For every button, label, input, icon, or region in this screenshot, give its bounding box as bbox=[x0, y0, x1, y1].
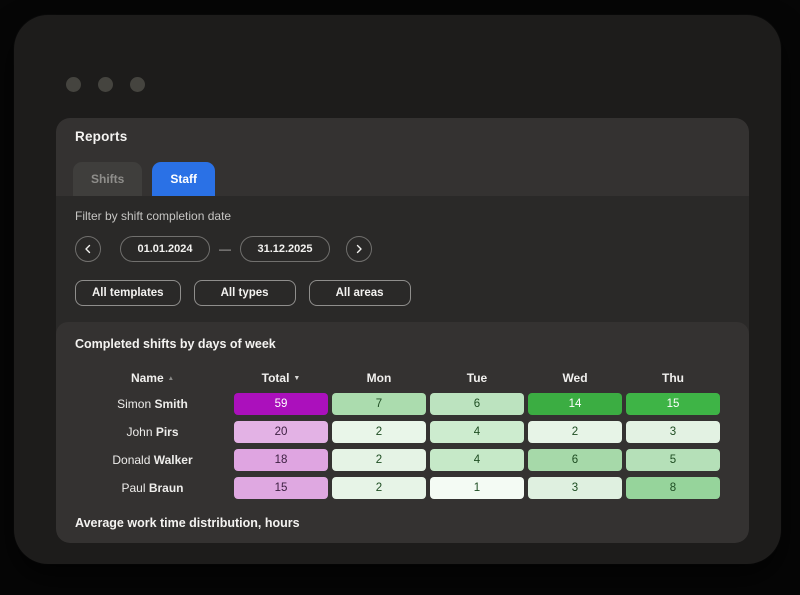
window-control-dot[interactable] bbox=[66, 77, 81, 92]
reports-header: Reports Shifts Staff bbox=[56, 118, 749, 196]
staff-name: Paul Braun bbox=[121, 481, 184, 495]
window-control-dot[interactable] bbox=[98, 77, 113, 92]
day-cell: 3 bbox=[626, 421, 720, 443]
column-label: Total bbox=[261, 371, 290, 385]
column-label: Mon bbox=[366, 371, 392, 385]
sort-asc-icon: ▲ bbox=[167, 374, 175, 382]
column-header-mon: Mon bbox=[332, 370, 426, 386]
day-cell: 6 bbox=[528, 449, 622, 471]
table-row: Paul Braun 15 2 1 3 8 bbox=[75, 477, 720, 499]
prev-period-button[interactable] bbox=[75, 236, 101, 262]
table-row: John Pirs 20 2 4 2 3 bbox=[75, 421, 720, 443]
date-range-separator: — bbox=[219, 242, 231, 256]
staff-name: Simon Smith bbox=[117, 397, 188, 411]
chevron-right-icon bbox=[356, 244, 362, 254]
staff-name: John Pirs bbox=[126, 425, 179, 439]
day-cell: 2 bbox=[332, 477, 426, 499]
day-cell: 1 bbox=[430, 477, 524, 499]
day-cell: 3 bbox=[528, 477, 622, 499]
sort-desc-icon: ▼ bbox=[293, 374, 301, 382]
all-types-button[interactable]: All types bbox=[193, 280, 296, 306]
day-cell: 5 bbox=[626, 449, 720, 471]
table-header-row: Name ▲ Total ▼ Mon Tue Wed Thu bbox=[75, 370, 720, 386]
column-header-thu: Thu bbox=[626, 370, 720, 386]
tab-staff[interactable]: Staff bbox=[152, 162, 216, 196]
date-from-input[interactable]: 01.01.2024 bbox=[120, 236, 210, 262]
app-window: Reports Shifts Staff Filter by shift com… bbox=[14, 15, 781, 564]
column-header-name[interactable]: Name ▲ bbox=[75, 370, 230, 386]
day-cell: 2 bbox=[332, 421, 426, 443]
chevron-left-icon bbox=[85, 244, 91, 254]
column-header-tue: Tue bbox=[430, 370, 524, 386]
day-cell: 4 bbox=[430, 449, 524, 471]
column-header-total[interactable]: Total ▼ bbox=[234, 370, 328, 386]
column-label: Name bbox=[130, 371, 164, 385]
day-cell: 7 bbox=[332, 393, 426, 415]
total-cell: 15 bbox=[234, 477, 328, 499]
day-cell: 4 bbox=[430, 421, 524, 443]
total-cell: 18 bbox=[234, 449, 328, 471]
filter-label: Filter by shift completion date bbox=[75, 209, 232, 223]
column-label: Wed bbox=[562, 371, 588, 385]
tab-shifts[interactable]: Shifts bbox=[73, 162, 143, 196]
window-control-dot[interactable] bbox=[130, 77, 145, 92]
section-footer: Average work time distribution, hours bbox=[75, 516, 300, 530]
column-label: Tue bbox=[466, 371, 488, 385]
all-areas-button[interactable]: All areas bbox=[308, 280, 411, 306]
table-row: Donald Walker 18 2 4 6 5 bbox=[75, 449, 720, 471]
day-cell: 2 bbox=[332, 449, 426, 471]
table-body: Simon Smith 59 7 6 14 15 John Pirs 20 2 4 2 3 Donald… bbox=[75, 393, 720, 499]
reports-panel: Reports Shifts Staff Filter by shift com… bbox=[56, 118, 749, 543]
total-cell: 20 bbox=[234, 421, 328, 443]
filter-buttons: All templates All types All areas bbox=[75, 280, 749, 306]
day-cell: 2 bbox=[528, 421, 622, 443]
total-cell: 59 bbox=[234, 393, 328, 415]
date-range-picker: 01.01.2024 — 31.12.2025 bbox=[75, 236, 749, 262]
day-cell: 15 bbox=[626, 393, 720, 415]
filter-section: Filter by shift completion date 01.01.20… bbox=[56, 196, 749, 322]
completed-shifts-section: Completed shifts by days of week Name ▲ To… bbox=[56, 322, 749, 543]
table-row: Simon Smith 59 7 6 14 15 bbox=[75, 393, 720, 415]
next-period-button[interactable] bbox=[346, 236, 372, 262]
date-to-input[interactable]: 31.12.2025 bbox=[240, 236, 330, 262]
column-header-wed: Wed bbox=[528, 370, 622, 386]
window-controls bbox=[66, 77, 145, 92]
section-title: Completed shifts by days of week bbox=[75, 337, 276, 351]
day-cell: 14 bbox=[528, 393, 622, 415]
day-cell: 6 bbox=[430, 393, 524, 415]
report-tabs: Shifts Staff bbox=[73, 162, 749, 196]
shifts-table: Name ▲ Total ▼ Mon Tue Wed Thu Simon Smith 59 7 6 1… bbox=[75, 370, 720, 499]
day-cell: 8 bbox=[626, 477, 720, 499]
staff-name: Donald Walker bbox=[112, 453, 193, 467]
all-templates-button[interactable]: All templates bbox=[75, 280, 181, 306]
page-title: Reports bbox=[75, 129, 128, 144]
column-label: Thu bbox=[662, 371, 684, 385]
